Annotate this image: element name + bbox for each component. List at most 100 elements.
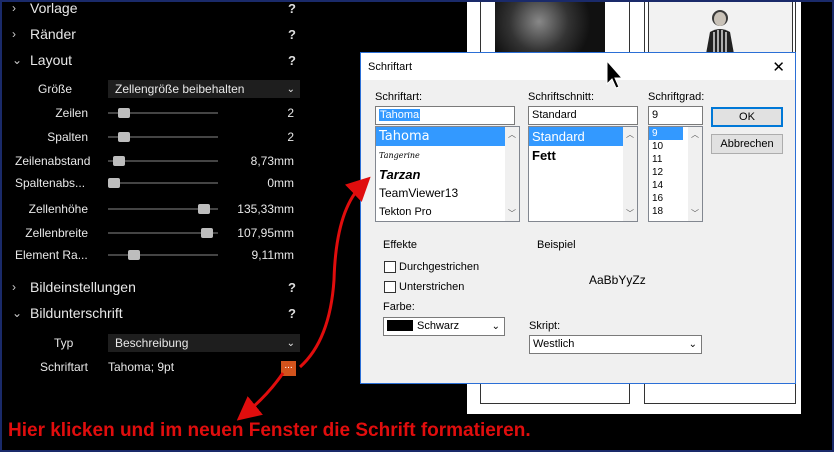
dialog-title: Schriftart (368, 61, 413, 73)
section-vorlage-label: Vorlage (30, 0, 78, 16)
grad-input[interactable]: 9 (648, 106, 703, 125)
slider-label: Zeilenabstand (15, 154, 91, 168)
slider-handle[interactable] (198, 204, 211, 214)
chevron-down-icon: ⌄ (12, 306, 23, 320)
unterstrichen-checkbox[interactable] (384, 281, 396, 293)
help-icon[interactable]: ? (288, 280, 296, 295)
font-picker-button[interactable]: ... (281, 361, 296, 376)
skript-label: Skript: (529, 320, 561, 332)
typ-value: Beschreibung (115, 336, 189, 350)
beispiel-label: Beispiel (537, 239, 576, 251)
slider-row: Zellenhöhe 135,33mm (4, 200, 304, 218)
font-list-item[interactable]: TeamViewer13 (376, 184, 519, 203)
scrollbar[interactable]: ︿ ﹀ (505, 127, 519, 221)
slider-value: 107,95mm (237, 226, 294, 240)
farbe-value: Schwarz (417, 320, 460, 332)
groesse-label: Größe (38, 82, 73, 96)
slider-handle[interactable] (108, 178, 120, 188)
chevron-down-icon: ⌄ (286, 83, 295, 95)
section-bildeinstellungen-label: Bildeinstellungen (30, 279, 136, 295)
durchgestrichen-checkbox[interactable] (384, 261, 396, 273)
slider-row: Spalten 2 (4, 128, 304, 146)
slider-track[interactable] (108, 254, 218, 256)
section-layout-label: Layout (30, 52, 73, 68)
skript-select[interactable]: Westlich ⌄ (529, 335, 702, 354)
font-list-item[interactable]: Tahoma (376, 127, 519, 146)
instruction-text: Hier klicken und im neuen Fenster die Sc… (8, 420, 531, 441)
effekte-label: Effekte (383, 239, 418, 251)
slider-handle[interactable] (117, 108, 130, 118)
help-icon[interactable]: ? (288, 27, 296, 42)
slider-row: Zeilen 2 (4, 104, 304, 122)
close-icon[interactable]: ✕ (772, 58, 785, 76)
section-vorlage[interactable]: › Vorlage ? (12, 0, 310, 18)
slider-row: Spaltenabs... 0mm (4, 174, 304, 192)
unterstrichen-label: Unterstrichen (399, 281, 465, 293)
slider-handle[interactable] (112, 156, 125, 166)
schriftart-input[interactable]: Tahoma (375, 106, 515, 125)
font-list-item[interactable]: Tangerine (376, 146, 519, 165)
groesse-select[interactable]: Zellengröße beibehalten ⌄ (108, 80, 300, 98)
section-raender-label: Ränder (30, 26, 76, 42)
grad-field-label: Schriftgrad: (648, 91, 705, 103)
section-bildunterschrift-label: Bildunterschrift (30, 305, 123, 321)
dialog-titlebar[interactable]: Schriftart ✕ (361, 53, 795, 80)
font-list[interactable]: Tahoma Tangerine Tarzan TeamViewer13 Tek… (375, 126, 520, 222)
skript-value: Westlich (533, 338, 575, 350)
scrollbar[interactable]: ︿ ﹀ (623, 127, 637, 221)
slider-value: 2 (287, 106, 294, 120)
slider-value: 2 (287, 130, 294, 144)
slider-value: 9,11mm (251, 248, 294, 262)
typ-select[interactable]: Beschreibung ⌄ (108, 334, 300, 352)
schriftart-label: Schriftart (40, 360, 89, 374)
schnitt-input[interactable]: Standard (528, 106, 638, 125)
slider-handle[interactable] (127, 250, 140, 260)
section-raender[interactable]: › Ränder ? (12, 24, 310, 44)
section-layout[interactable]: ⌄ Layout ? (12, 50, 310, 70)
help-icon[interactable]: ? (288, 306, 296, 321)
slider-label: Zellenhöhe (28, 202, 88, 216)
slider-handle[interactable] (117, 132, 130, 142)
schnitt-list[interactable]: Standard Fett ︿ ﹀ (528, 126, 638, 222)
font-list-item[interactable]: Tekton Pro (376, 203, 519, 221)
slider-row: Zeilenabstand 8,73mm (4, 152, 304, 170)
schriftart-field-label: Schriftart: (375, 91, 423, 103)
help-icon[interactable]: ? (288, 53, 296, 68)
schnitt-list-item[interactable]: Standard (529, 127, 637, 146)
color-swatch (387, 320, 413, 331)
farbe-select[interactable]: Schwarz ⌄ (383, 317, 505, 336)
durchgestrichen-label: Durchgestrichen (399, 261, 480, 273)
chevron-down-icon: ⌄ (12, 53, 23, 67)
beispiel-text: AaBbYyZz (589, 273, 646, 287)
grad-list-item[interactable]: 9 (649, 127, 683, 140)
slider-value: 135,33mm (237, 202, 294, 216)
chevron-down-icon: ⌄ (491, 321, 500, 332)
groesse-value: Zellengröße beibehalten (115, 82, 245, 96)
slider-label: Zeilen (55, 106, 88, 120)
schriftart-input-value: Tahoma (379, 109, 421, 121)
slider-handle[interactable] (201, 228, 214, 238)
slider-label: Zellenbreite (25, 226, 88, 240)
slider-label: Element Ra... (15, 248, 88, 262)
schriftart-row: Schriftart Tahoma; 9pt (4, 358, 304, 376)
chevron-right-icon: › (12, 1, 16, 15)
mouse-cursor-icon (606, 60, 624, 89)
ok-button[interactable]: OK (711, 107, 783, 127)
help-icon[interactable]: ? (288, 1, 296, 16)
section-bildunterschrift[interactable]: ⌄ Bildunterschrift ? (12, 303, 310, 323)
photo-thumbnail (495, 0, 605, 54)
slider-value: 8,73mm (250, 154, 294, 168)
font-list-item[interactable]: Tarzan (376, 165, 519, 184)
slider-label: Spalten (47, 130, 88, 144)
settings-panel: › Vorlage ? › Ränder ? ⌄ Layout ? Größe … (4, 0, 310, 452)
section-bildeinstellungen[interactable]: › Bildeinstellungen ? (12, 277, 310, 297)
cancel-button[interactable]: Abbrechen (711, 134, 783, 154)
groesse-row: Größe Zellengröße beibehalten ⌄ (4, 80, 304, 98)
grad-list[interactable]: 9 10 11 12 14 16 18 ︿ ﹀ (648, 126, 703, 222)
slider-track[interactable] (108, 182, 218, 184)
schriftart-value: Tahoma; 9pt (108, 360, 175, 374)
scrollbar[interactable]: ︿ ﹀ (688, 127, 702, 221)
chevron-down-icon: ⌄ (286, 337, 295, 349)
portrait-image (706, 10, 734, 54)
schnitt-list-item[interactable]: Fett (529, 146, 637, 165)
